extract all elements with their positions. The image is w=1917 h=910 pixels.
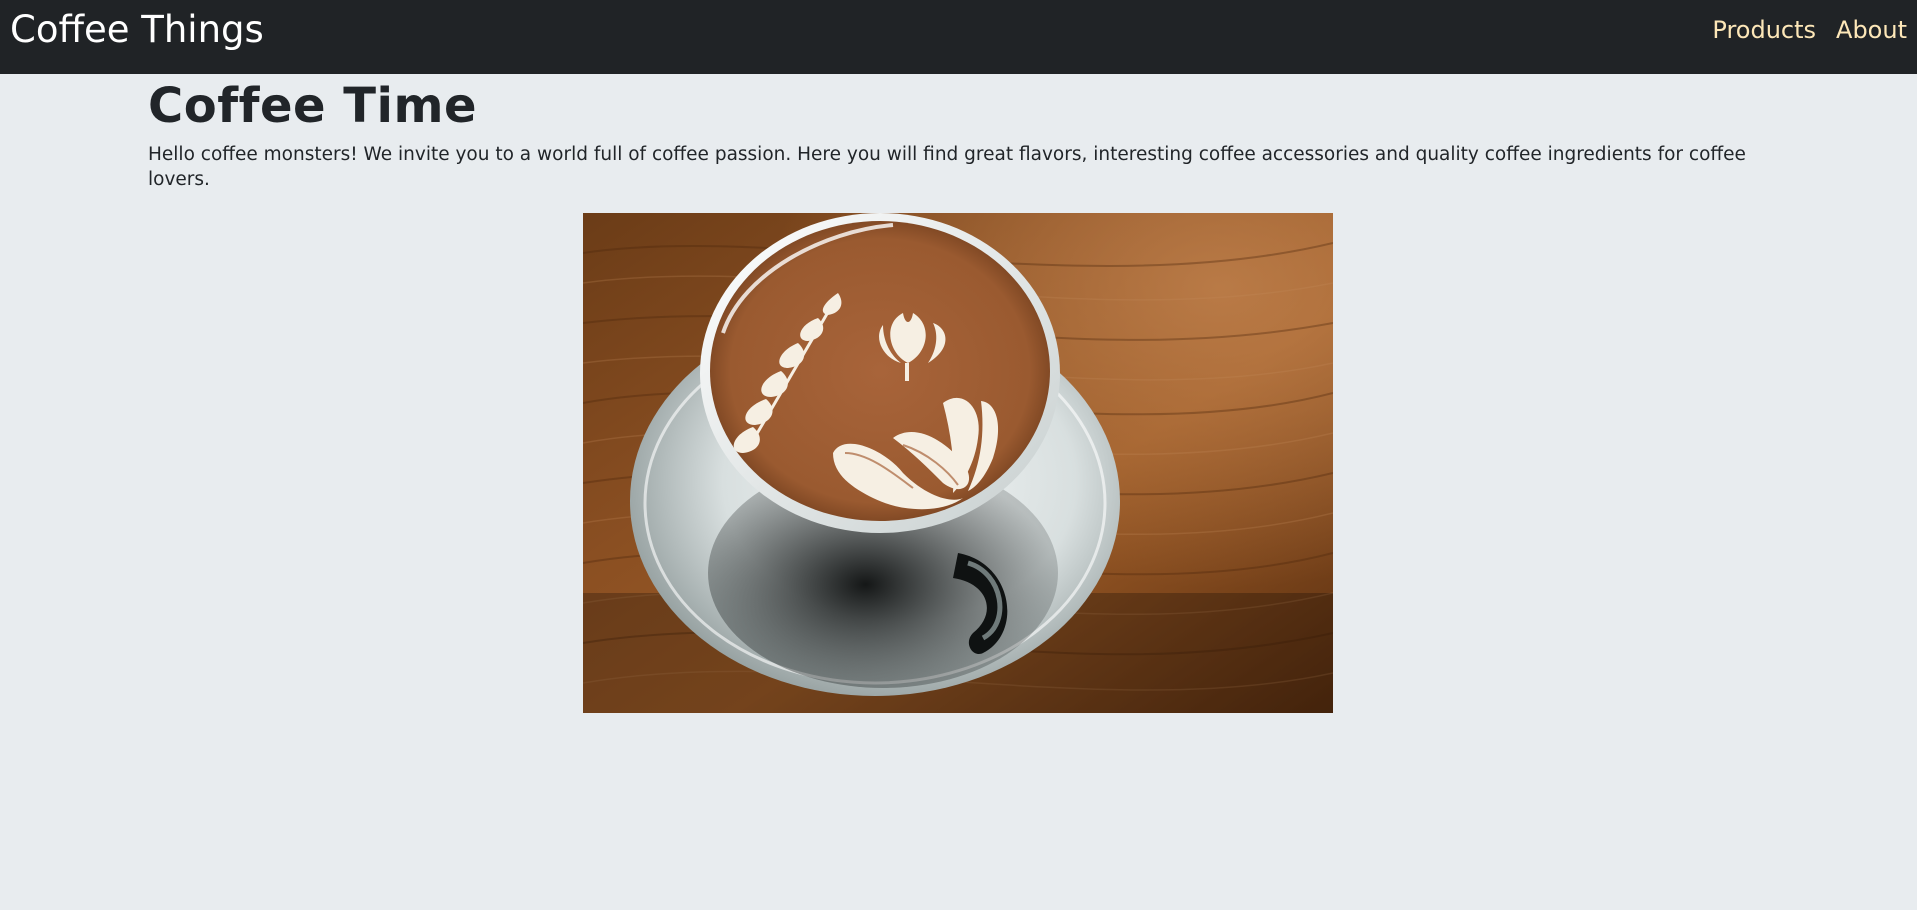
intro-text: Hello coffee monsters! We invite you to … — [148, 143, 1746, 191]
navbar: Coffee Things Products About — [0, 0, 1917, 74]
nav-link-about[interactable]: About — [1836, 16, 1907, 44]
nav-link-products[interactable]: Products — [1712, 16, 1816, 44]
page-title: Coffee Time — [148, 78, 478, 134]
nav-links: Products About — [1712, 16, 1907, 44]
brand-link[interactable]: Coffee Things — [10, 11, 264, 48]
hero-image — [583, 213, 1333, 714]
main-content: Coffee Time Hello coffee monsters! We in… — [148, 78, 1788, 714]
